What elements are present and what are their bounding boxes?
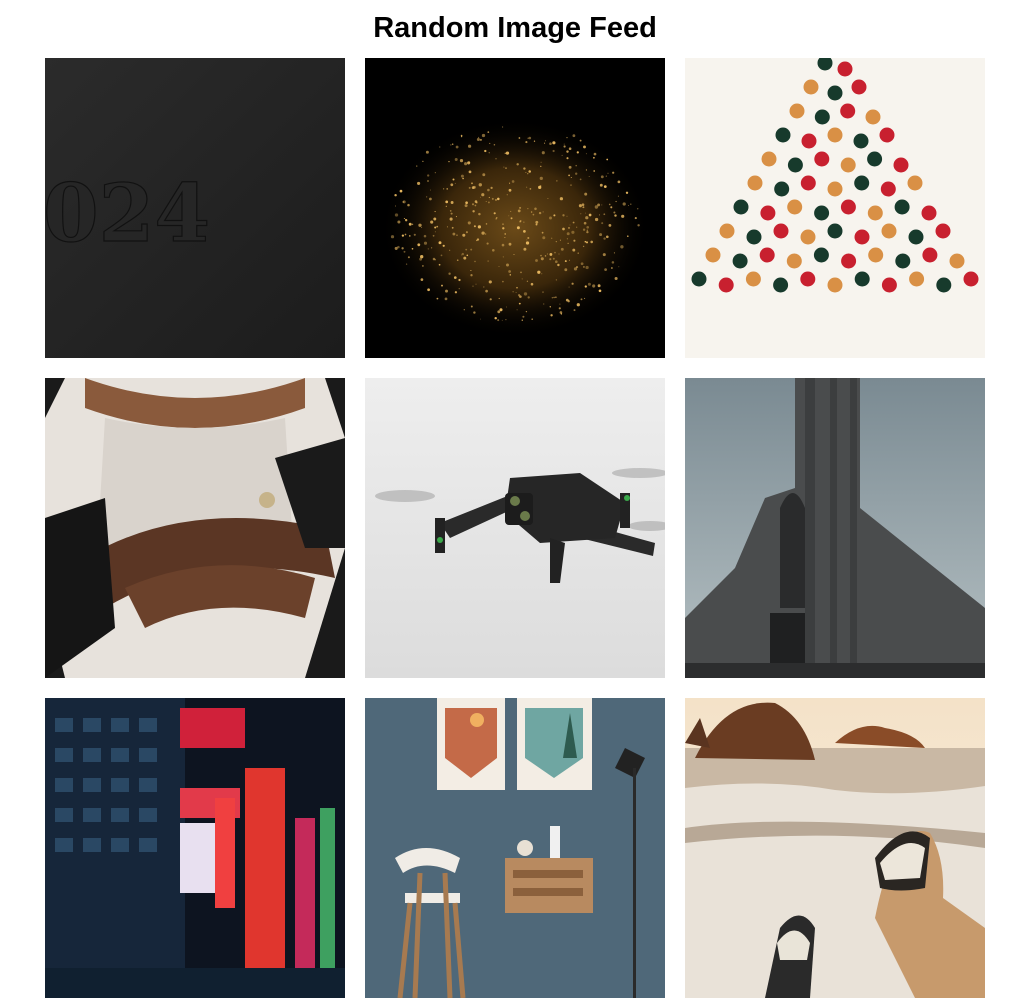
neon-city-photo [45,698,345,998]
feed-image-wedding[interactable] [45,378,345,678]
beach-photo [685,698,985,998]
interior-photo [365,698,665,998]
feed-image-glitter[interactable] [365,58,665,358]
dots-triangle-photo [685,58,985,358]
feed-image-dots-triangle[interactable] [685,58,985,358]
dark-number-photo: 024 [45,58,345,358]
page-title: Random Image Feed [373,12,657,44]
feed-image-church[interactable] [685,378,985,678]
feed-image-neon-city[interactable] [45,698,345,998]
church-photo [685,378,985,678]
feed-image-interior[interactable] [365,698,665,998]
image-feed-grid: 024 [45,58,985,998]
feed-image-dark-number[interactable]: 024 [45,58,345,358]
embossed-number-text: 024 [45,166,210,260]
glitter-photo [365,58,665,358]
feed-image-drone[interactable] [365,378,665,678]
feed-image-beach[interactable] [685,698,985,998]
drone-photo [365,378,665,678]
wedding-photo [45,378,345,678]
